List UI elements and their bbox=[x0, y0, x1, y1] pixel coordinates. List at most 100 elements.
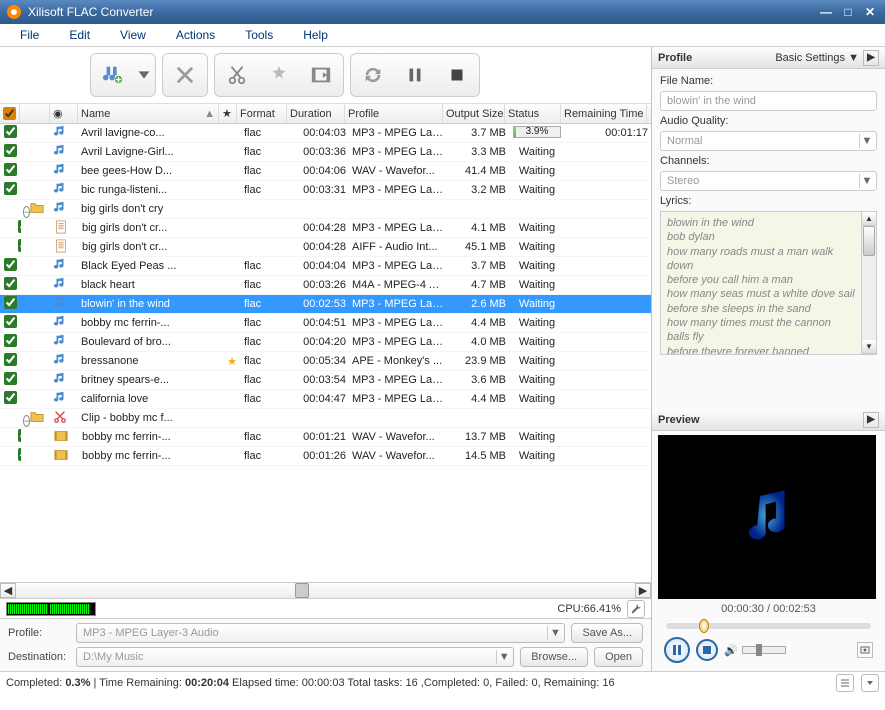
statusbar-toggle-button[interactable] bbox=[861, 674, 879, 692]
table-row[interactable]: − big girls don't cry bbox=[0, 200, 651, 219]
menu-view[interactable]: View bbox=[120, 28, 146, 42]
add-dropdown-button[interactable] bbox=[135, 56, 153, 94]
scroll-thumb[interactable] bbox=[295, 583, 309, 598]
player-stop-button[interactable] bbox=[696, 639, 718, 661]
horizontal-scrollbar[interactable]: ◀ ▶ bbox=[0, 582, 651, 598]
header-star[interactable]: ★ bbox=[219, 104, 237, 123]
table-row[interactable]: bic runga-listeni... flac 00:03:31 MP3 -… bbox=[0, 181, 651, 200]
row-checkbox[interactable] bbox=[4, 163, 17, 176]
row-format: flac bbox=[241, 146, 291, 158]
header-format[interactable]: Format bbox=[237, 104, 287, 123]
table-row[interactable]: blowin' in the wind flac 00:02:53 MP3 - … bbox=[0, 295, 651, 314]
volume-slider[interactable] bbox=[742, 646, 786, 654]
row-output: 3.7 MB bbox=[447, 127, 509, 139]
row-checkbox[interactable] bbox=[18, 448, 21, 461]
menu-file[interactable]: File bbox=[20, 28, 39, 42]
menu-help[interactable]: Help bbox=[303, 28, 328, 42]
table-row[interactable]: Avril Lavigne-Girl... flac 00:03:36 MP3 … bbox=[0, 143, 651, 162]
save-as-button[interactable]: Save As... bbox=[571, 623, 643, 643]
header-profile[interactable]: Profile bbox=[345, 104, 443, 123]
row-checkbox[interactable] bbox=[4, 391, 17, 404]
header-status[interactable]: Status bbox=[505, 104, 561, 123]
row-checkbox[interactable] bbox=[4, 277, 17, 290]
profile-collapse-button[interactable]: ▶ bbox=[863, 50, 879, 66]
open-button[interactable]: Open bbox=[594, 647, 643, 667]
row-checkbox[interactable] bbox=[4, 125, 17, 138]
table-row[interactable]: bressanone ★ flac 00:05:34 APE - Monkey'… bbox=[0, 352, 651, 371]
lyrics-scroll-thumb[interactable] bbox=[863, 226, 875, 256]
row-checkbox[interactable] bbox=[4, 258, 17, 271]
table-row[interactable]: big girls don't cr... 00:04:28 MP3 - MPE… bbox=[0, 219, 651, 238]
file-list[interactable]: Avril lavigne-co... flac 00:04:03 MP3 - … bbox=[0, 124, 651, 582]
row-profile: MP3 - MPEG Lay... bbox=[349, 146, 447, 158]
row-status: Waiting bbox=[509, 336, 565, 348]
row-checkbox[interactable] bbox=[4, 372, 17, 385]
scroll-right-button[interactable]: ▶ bbox=[635, 583, 651, 598]
row-checkbox[interactable] bbox=[4, 296, 17, 309]
add-file-button[interactable] bbox=[93, 56, 133, 94]
lyrics-box[interactable]: blowin in the windbob dylanhow many road… bbox=[660, 211, 877, 355]
pause-button[interactable] bbox=[395, 56, 435, 94]
clip-button[interactable] bbox=[301, 56, 341, 94]
cut-button[interactable] bbox=[217, 56, 257, 94]
table-row[interactable]: − Clip - bobby mc f... bbox=[0, 409, 651, 428]
menu-tools[interactable]: Tools bbox=[245, 28, 273, 42]
row-checkbox[interactable] bbox=[18, 239, 21, 252]
row-checkbox[interactable] bbox=[18, 429, 21, 442]
destination-combo[interactable]: D:\My Music▼ bbox=[76, 647, 514, 667]
scroll-left-button[interactable]: ◀ bbox=[0, 583, 16, 598]
browse-button[interactable]: Browse... bbox=[520, 647, 588, 667]
table-row[interactable]: Boulevard of bro... flac 00:04:20 MP3 - … bbox=[0, 333, 651, 352]
lyrics-scroll-down[interactable]: ▼ bbox=[862, 340, 876, 354]
effects-button[interactable] bbox=[259, 56, 299, 94]
menu-actions[interactable]: Actions bbox=[176, 28, 215, 42]
preview-snapshot-button[interactable] bbox=[857, 642, 873, 658]
maximize-button[interactable]: □ bbox=[839, 5, 857, 19]
seek-thumb[interactable] bbox=[699, 619, 709, 633]
row-checkbox[interactable] bbox=[4, 144, 17, 157]
table-row[interactable]: britney spears-e... flac 00:03:54 MP3 - … bbox=[0, 371, 651, 390]
header-output[interactable]: Output Size bbox=[443, 104, 505, 123]
lyrics-scrollbar[interactable]: ▲ ▼ bbox=[861, 212, 876, 354]
table-row[interactable]: california love flac 00:04:47 MP3 - MPEG… bbox=[0, 390, 651, 409]
row-star[interactable]: ★ bbox=[223, 355, 241, 368]
preview-collapse-button[interactable]: ▶ bbox=[863, 412, 879, 428]
cpu-settings-button[interactable] bbox=[627, 600, 645, 618]
stop-button[interactable] bbox=[437, 56, 477, 94]
filename-input[interactable]: blowin' in the wind bbox=[660, 91, 877, 111]
delete-button[interactable] bbox=[165, 56, 205, 94]
profile-combo[interactable]: MP3 - MPEG Layer-3 Audio▼ bbox=[76, 623, 565, 643]
channels-select[interactable]: Stereo▼ bbox=[660, 171, 877, 191]
close-button[interactable]: ✕ bbox=[861, 5, 879, 19]
header-type-icon[interactable]: ◉ bbox=[50, 104, 78, 123]
row-checkbox[interactable] bbox=[18, 220, 21, 233]
row-checkbox[interactable] bbox=[4, 353, 17, 366]
header-name[interactable]: Name▲ bbox=[78, 104, 219, 123]
lyrics-scroll-up[interactable]: ▲ bbox=[862, 212, 876, 226]
table-row[interactable]: bobby mc ferrin-... flac 00:01:26 WAV - … bbox=[0, 447, 651, 466]
table-row[interactable]: Avril lavigne-co... flac 00:04:03 MP3 - … bbox=[0, 124, 651, 143]
menu-edit[interactable]: Edit bbox=[69, 28, 90, 42]
preview-seek-slider[interactable] bbox=[666, 623, 871, 629]
basic-settings-dropdown[interactable]: Basic Settings ▼ bbox=[775, 52, 859, 64]
statusbar-list-button[interactable] bbox=[836, 674, 854, 692]
volume-icon[interactable]: 🔊 bbox=[724, 644, 738, 657]
row-checkbox[interactable] bbox=[4, 334, 17, 347]
row-duration: 00:03:26 bbox=[291, 279, 349, 291]
convert-button[interactable] bbox=[353, 56, 393, 94]
table-row[interactable]: bobby mc ferrin-... flac 00:01:21 WAV - … bbox=[0, 428, 651, 447]
header-remaining[interactable]: Remaining Time bbox=[561, 104, 647, 123]
header-duration[interactable]: Duration bbox=[287, 104, 345, 123]
minimize-button[interactable]: — bbox=[817, 5, 835, 19]
table-row[interactable]: Black Eyed Peas ... flac 00:04:04 MP3 - … bbox=[0, 257, 651, 276]
table-row[interactable]: big girls don't cr... 00:04:28 AIFF - Au… bbox=[0, 238, 651, 257]
music-note-icon bbox=[53, 377, 67, 389]
row-checkbox[interactable] bbox=[4, 315, 17, 328]
audioquality-select[interactable]: Normal▼ bbox=[660, 131, 877, 151]
table-row[interactable]: bobby mc ferrin-... flac 00:04:51 MP3 - … bbox=[0, 314, 651, 333]
player-pause-button[interactable] bbox=[664, 637, 690, 663]
header-check[interactable] bbox=[0, 104, 20, 123]
row-checkbox[interactable] bbox=[4, 182, 17, 195]
table-row[interactable]: black heart flac 00:03:26 M4A - MPEG-4 A… bbox=[0, 276, 651, 295]
table-row[interactable]: bee gees-How D... flac 00:04:06 WAV - Wa… bbox=[0, 162, 651, 181]
